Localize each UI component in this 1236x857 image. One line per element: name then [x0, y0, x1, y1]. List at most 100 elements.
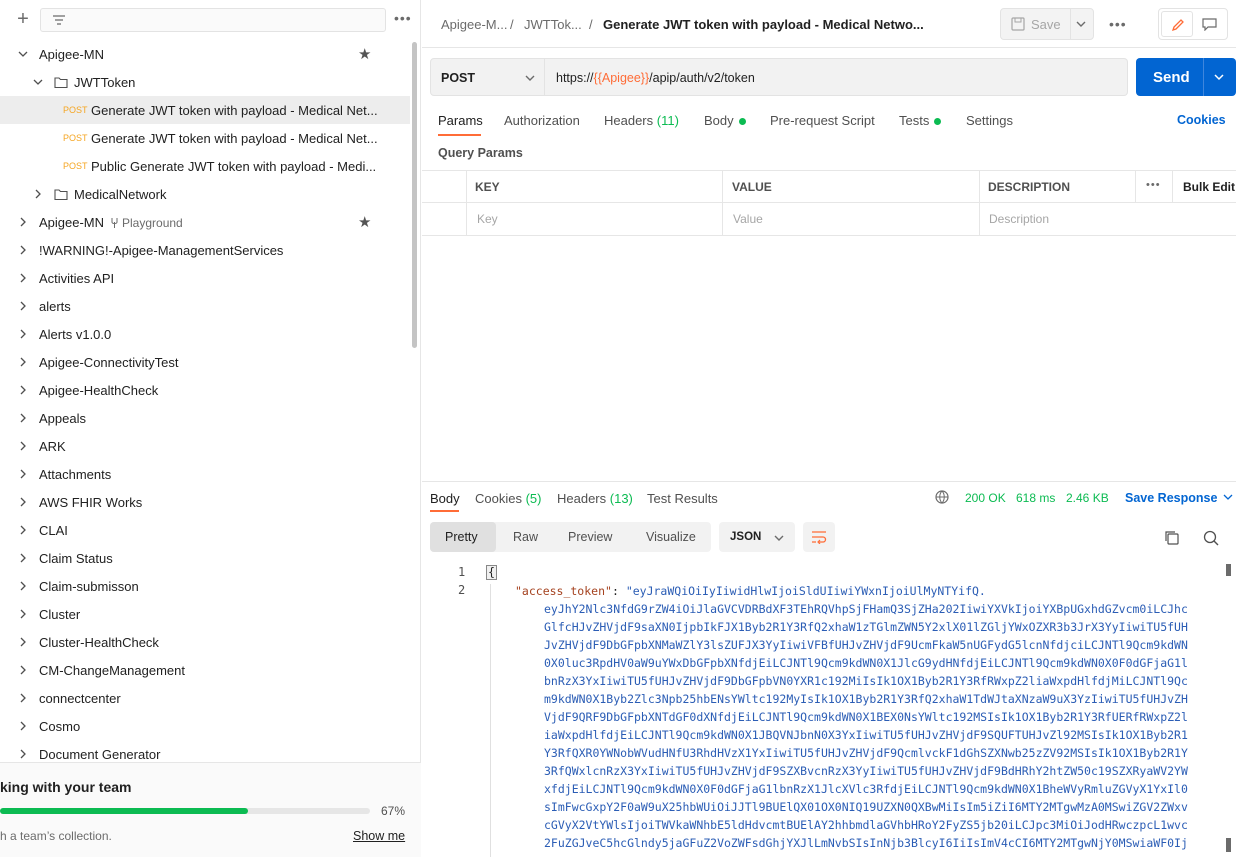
request-item[interactable]: POST Generate JWT token with payload - Me… [0, 96, 410, 124]
chevron-right-icon[interactable] [18, 357, 28, 367]
save-response-button[interactable]: Save Response [1125, 491, 1217, 505]
url-variable[interactable]: {{Apigee}} [594, 71, 650, 85]
visualize-button[interactable]: Visualize [646, 530, 696, 544]
breadcrumb-folder[interactable]: JWTTok... [524, 17, 582, 32]
request-item[interactable]: POST Public Generate JWT token with paylo… [0, 152, 410, 180]
filter-input[interactable] [40, 8, 386, 32]
search-icon[interactable] [1203, 530, 1219, 546]
collection-item[interactable]: CLAI [0, 516, 410, 544]
chevron-right-icon[interactable] [18, 609, 28, 619]
description-input[interactable]: Description [989, 212, 1049, 226]
chevron-right-icon[interactable] [18, 581, 28, 591]
editor-scrollbar-thumb[interactable] [1226, 838, 1231, 852]
collection-item[interactable]: Appeals [0, 404, 410, 432]
show-me-link[interactable]: Show me [353, 829, 405, 843]
collection-item[interactable]: AWS FHIR Works [0, 488, 410, 516]
chevron-right-icon[interactable] [33, 189, 43, 199]
chevron-right-icon[interactable] [18, 693, 28, 703]
tab-pre-request-script[interactable]: Pre-request Script [770, 113, 875, 128]
chevron-right-icon[interactable] [18, 469, 28, 479]
edit-mode-button[interactable] [1161, 11, 1193, 37]
more-actions-icon[interactable]: ••• [1109, 16, 1127, 32]
response-body-editor[interactable]: 1 2 { "access_token": "eyJraWQiOiIyIiwid… [422, 562, 1236, 857]
collection-item[interactable]: Apigee-MN Playground ★ [0, 208, 410, 236]
method-select[interactable]: POST [430, 58, 545, 96]
collection-item[interactable]: Cosmo [0, 712, 410, 740]
chevron-right-icon[interactable] [18, 385, 28, 395]
chevron-down-icon[interactable] [18, 49, 28, 59]
collection-item[interactable]: CM-ChangeManagement [0, 656, 410, 684]
save-button[interactable]: Save [1000, 8, 1094, 40]
star-icon[interactable]: ★ [358, 45, 371, 63]
chevron-right-icon[interactable] [18, 665, 28, 675]
collection-item[interactable]: Cluster-HealthCheck [0, 628, 410, 656]
collection-item[interactable]: Alerts v1.0.0 [0, 320, 410, 348]
tab-tests[interactable]: Tests [899, 113, 942, 128]
cookies-link[interactable]: Cookies [1177, 113, 1226, 127]
status-code[interactable]: 200 OK [965, 491, 1006, 505]
chevron-right-icon[interactable] [18, 245, 28, 255]
star-icon[interactable]: ★ [358, 213, 371, 231]
chevron-right-icon[interactable] [18, 441, 28, 451]
globe-icon[interactable] [935, 490, 952, 505]
chevron-right-icon[interactable] [18, 329, 28, 339]
chevron-down-icon[interactable] [1223, 494, 1233, 501]
response-size[interactable]: 2.46 KB [1066, 491, 1109, 505]
collection-item[interactable]: Claim-submisson [0, 572, 410, 600]
comment-icon[interactable] [1202, 18, 1217, 31]
request-item[interactable]: POST Generate JWT token with payload - Me… [0, 124, 410, 152]
chevron-right-icon[interactable] [18, 273, 28, 283]
raw-button[interactable]: Raw [513, 530, 538, 544]
response-tab-test-results[interactable]: Test Results [647, 491, 718, 506]
collection-item[interactable]: connectcenter [0, 684, 410, 712]
collection-item[interactable]: Apigee-HealthCheck [0, 376, 410, 404]
chevron-right-icon[interactable] [18, 497, 28, 507]
copy-icon[interactable] [1164, 530, 1180, 546]
collection-item[interactable]: Claim Status [0, 544, 410, 572]
folder-item[interactable]: MedicalNetwork [0, 180, 410, 208]
chevron-right-icon[interactable] [18, 553, 28, 563]
collection-item[interactable]: Document Generator [0, 740, 410, 760]
key-input[interactable]: Key [477, 212, 498, 226]
response-tab-headers[interactable]: Headers (13) [557, 491, 633, 506]
collection-item[interactable]: Attachments [0, 460, 410, 488]
format-select[interactable]: JSON [719, 522, 795, 552]
chevron-right-icon[interactable] [18, 413, 28, 423]
chevron-down-icon[interactable] [33, 77, 43, 87]
value-input[interactable]: Value [733, 212, 763, 226]
pretty-button[interactable]: Pretty [445, 530, 478, 544]
collection-item[interactable]: Apigee-MN ★ [0, 40, 410, 68]
folder-item[interactable]: JWTToken [0, 68, 410, 96]
send-button[interactable]: Send [1136, 58, 1236, 96]
tab-body[interactable]: Body [704, 113, 746, 128]
add-icon[interactable]: + [14, 9, 32, 29]
chevron-right-icon[interactable] [18, 217, 28, 227]
chevron-right-icon[interactable] [18, 637, 28, 647]
collection-item[interactable]: Activities API [0, 264, 410, 292]
response-tab-cookies[interactable]: Cookies (5) [475, 491, 541, 506]
chevron-right-icon[interactable] [18, 525, 28, 535]
more-options-icon[interactable]: ••• [394, 10, 412, 26]
request-title[interactable]: Generate JWT token with payload - Medica… [603, 17, 924, 32]
tab-settings[interactable]: Settings [966, 113, 1013, 128]
tab-headers[interactable]: Headers (11) [604, 113, 679, 128]
tab-params[interactable]: Params [438, 113, 483, 128]
collection-item[interactable]: ARK [0, 432, 410, 460]
wrap-lines-button[interactable] [803, 522, 835, 552]
response-tab-body[interactable]: Body [430, 491, 460, 506]
bulk-edit-button[interactable]: Bulk Edit [1183, 180, 1235, 194]
breadcrumb-collection[interactable]: Apigee-M... [441, 17, 507, 32]
sidebar-scrollbar[interactable] [412, 42, 417, 348]
collection-item[interactable]: Cluster [0, 600, 410, 628]
chevron-down-icon[interactable] [1075, 20, 1087, 28]
response-time[interactable]: 618 ms [1016, 491, 1055, 505]
chevron-right-icon[interactable] [18, 749, 28, 759]
collection-item[interactable]: alerts [0, 292, 410, 320]
chevron-right-icon[interactable] [18, 721, 28, 731]
url-input[interactable]: https://{{Apigee}}/apip/auth/v2/token [545, 58, 1128, 96]
preview-button[interactable]: Preview [568, 530, 612, 544]
chevron-down-icon[interactable] [1213, 73, 1225, 81]
collection-item[interactable]: !WARNING!-Apigee-ManagementServices [0, 236, 410, 264]
editor-scrollbar-top[interactable] [1226, 564, 1231, 576]
column-options-icon[interactable]: ••• [1146, 179, 1161, 191]
